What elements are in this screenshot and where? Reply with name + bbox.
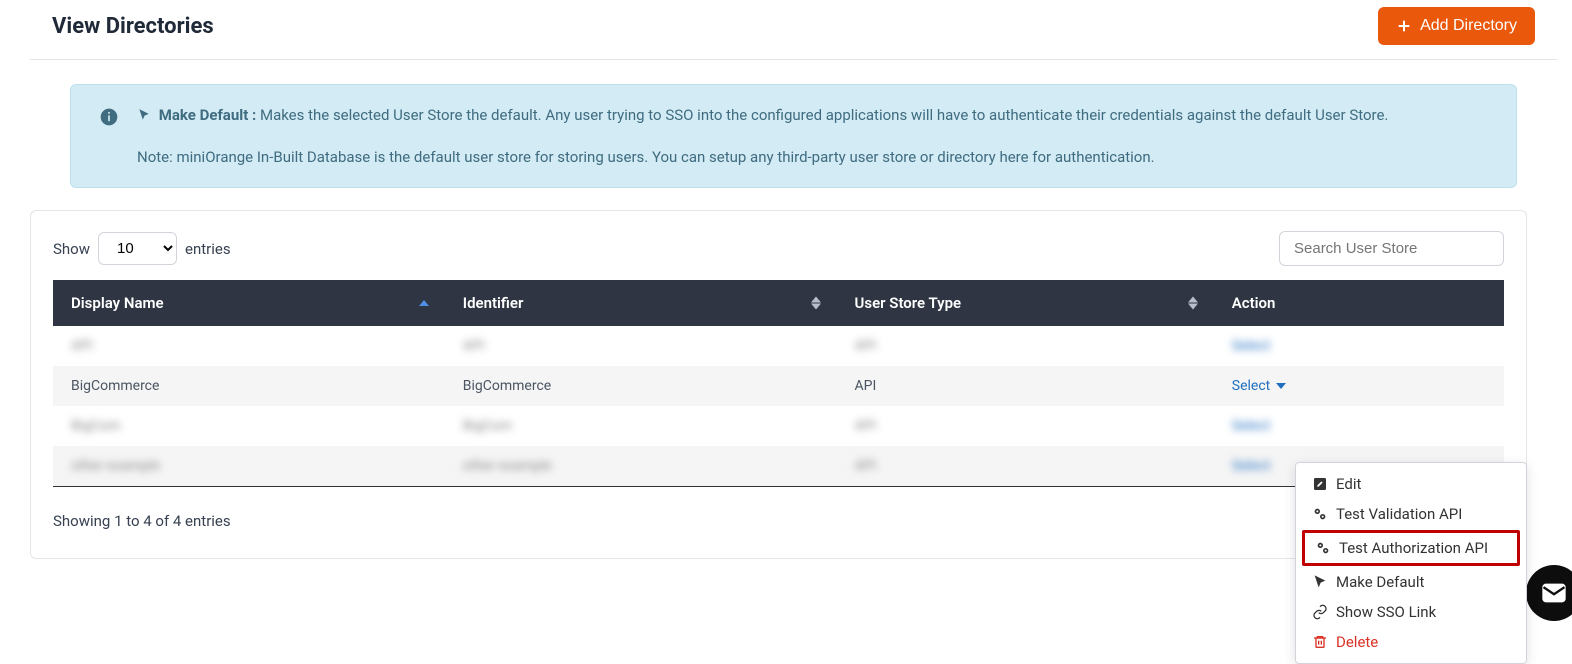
caret-down-icon [1276,383,1286,389]
cell-display-name: BigCommerce [71,378,159,394]
gears-icon [1312,506,1328,522]
cell-display-name: other example [71,458,160,474]
cell-type: API [855,458,877,474]
link-icon [1312,604,1328,620]
trash-icon [1312,634,1328,650]
cell-identifier: BigCom [463,418,512,434]
dropdown-test-validation[interactable]: Test Validation API [1302,499,1520,529]
cell-type: API [855,338,877,354]
add-directory-button[interactable]: Add Directory [1378,7,1535,45]
action-dropdown: Edit Test Validation API Test Authorizat… [1295,462,1527,664]
add-directory-label: Add Directory [1420,17,1517,35]
col-identifier[interactable]: Identifier [445,280,837,326]
dropdown-edit[interactable]: Edit [1302,469,1520,499]
cell-identifier: BigCommerce [463,378,551,394]
user-store-table: Display Name Identifier User Store Type … [53,280,1504,487]
col-display-name[interactable]: Display Name [53,280,445,326]
col-user-store-type[interactable]: User Store Type [837,280,1214,326]
sort-icon [1188,297,1198,310]
sort-icon [811,297,821,310]
plus-icon [1396,18,1412,34]
page-title: View Directories [52,14,214,39]
entries-select[interactable]: 10 [98,232,177,265]
select-action[interactable]: Select [1232,338,1270,354]
select-action[interactable]: Select [1232,418,1270,434]
cursor-icon [137,108,151,122]
info-lead: Make Default : Makes the selected User S… [137,103,1488,127]
cell-type: API [855,378,877,394]
info-box: Make Default : Makes the selected User S… [70,84,1517,188]
show-entries: Show 10 entries [53,232,231,265]
cell-identifier: other example [463,458,552,474]
table-row: BigCommerce BigCommerce API Select [53,366,1504,406]
info-lead-text: Makes the selected User Store the defaul… [260,106,1388,124]
dropdown-delete[interactable]: Delete [1302,627,1520,657]
edit-icon [1312,476,1328,492]
cursor-icon [1312,574,1328,590]
search-input[interactable] [1279,231,1504,266]
select-action[interactable]: Select [1232,458,1270,474]
dropdown-test-authorization[interactable]: Test Authorization API [1302,530,1520,566]
table-row: API API API Select [53,326,1504,366]
show-label-after: entries [185,240,231,258]
table-row: other example other example API Select [53,446,1504,487]
mail-icon [1540,579,1568,607]
dropdown-make-default[interactable]: Make Default [1302,567,1520,597]
sort-icon [419,300,429,306]
info-note: Note: miniOrange In-Built Database is th… [137,145,1488,169]
info-lead-title: Make Default : [159,106,257,124]
cell-type: API [855,418,877,434]
show-label-before: Show [53,240,90,258]
table-row: BigCom BigCom API Select [53,406,1504,446]
col-action: Action [1214,280,1504,326]
cell-display-name: API [71,338,93,354]
gears-icon [1315,540,1331,556]
dropdown-show-sso[interactable]: Show SSO Link [1302,597,1520,627]
cell-display-name: BigCom [71,418,120,434]
info-icon [99,107,119,169]
select-action[interactable]: Select [1232,378,1286,394]
cell-identifier: API [463,338,485,354]
table-info: Showing 1 to 4 of 4 entries [53,512,231,530]
chat-bubble[interactable] [1526,565,1572,621]
